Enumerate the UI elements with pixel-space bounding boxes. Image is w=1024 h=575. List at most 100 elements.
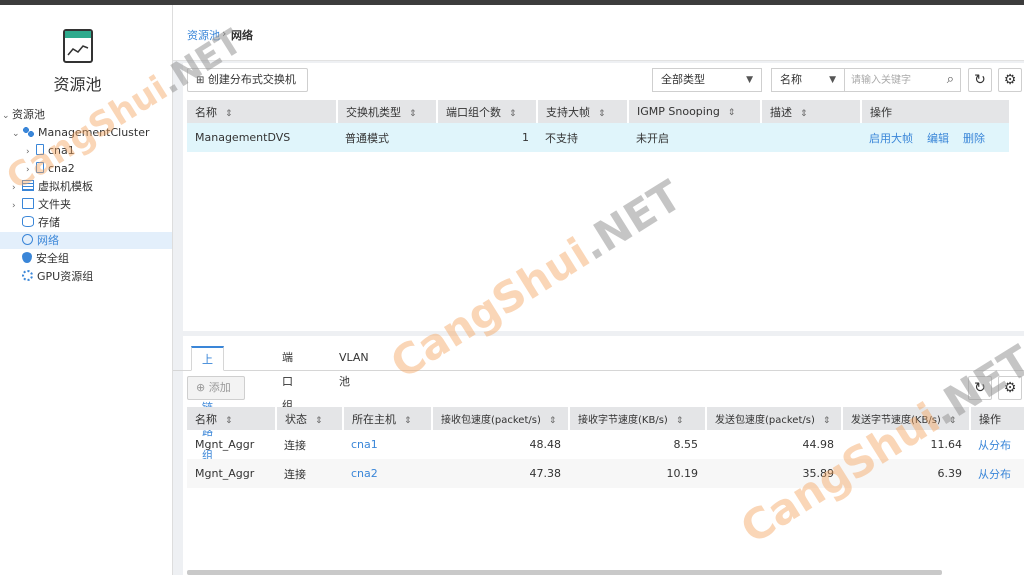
breadcrumb-separator: › <box>222 27 227 40</box>
col-header-name[interactable]: 名称 ⇕ <box>187 407 276 430</box>
sort-icon[interactable]: ⇕ <box>549 416 557 426</box>
shield-icon <box>22 252 32 263</box>
chevron-right-icon[interactable]: › <box>12 180 22 197</box>
gpu-gear-icon <box>22 270 33 281</box>
refresh-button[interactable]: ↻ <box>968 68 992 92</box>
refresh-icon: ↻ <box>974 380 986 396</box>
chevron-down-icon[interactable]: ⌄ <box>12 126 22 143</box>
sort-icon[interactable]: ⇕ <box>728 108 736 118</box>
sort-icon[interactable]: ⇕ <box>225 416 233 426</box>
cell-rx-pkt: 47.38 <box>529 467 562 480</box>
chevron-right-icon[interactable]: › <box>26 162 36 179</box>
tree-item-resource-pool[interactable]: ⌄ 资源池 <box>2 106 45 123</box>
search-input[interactable] <box>851 70 939 91</box>
add-switch-icon: ⊞ <box>196 75 205 86</box>
tree-label: 网络 <box>37 234 59 247</box>
enable-jumbo-link[interactable]: 启用大帧 <box>869 132 913 145</box>
uplink-settings-button[interactable]: ⚙ <box>998 376 1022 400</box>
gear-icon: ⚙ <box>1003 380 1017 396</box>
col-header-rx-pkt[interactable]: 接收包速度(packet/s) ⇕ <box>431 407 569 430</box>
search-field-select[interactable]: 名称 ▼ <box>771 68 845 92</box>
add-label: 添加 <box>208 381 231 394</box>
horizontal-scrollbar[interactable] <box>187 570 942 575</box>
resource-pool-logo-icon <box>63 29 93 63</box>
col-header-tx-pkt[interactable]: 发送包速度(packet/s) ⇕ <box>705 407 842 430</box>
caret-down-icon: ▼ <box>829 75 836 85</box>
col-header-ports[interactable]: 端口组个数 ⇕ <box>436 100 537 123</box>
tree-item-network[interactable]: 网络 <box>0 232 172 249</box>
host-icon <box>36 144 44 155</box>
col-header-actions: 操作 <box>860 100 1009 123</box>
breadcrumb-parent[interactable]: 资源池 <box>187 27 220 43</box>
sort-icon[interactable]: ⇕ <box>315 416 323 426</box>
settings-button[interactable]: ⚙ <box>998 68 1022 92</box>
tree-item-security-group[interactable]: 安全组 <box>22 250 69 267</box>
cluster-icon <box>22 126 34 137</box>
chevron-right-icon[interactable]: › <box>12 198 22 215</box>
remove-from-dvs-link[interactable]: 从分布 <box>970 430 1024 459</box>
uplink-refresh-button[interactable]: ↻ <box>968 376 992 400</box>
cell-igmp: 未开启 <box>628 123 761 152</box>
tab-uplink-group[interactable]: 上行链路组 <box>191 346 224 462</box>
breadcrumb: 资源池 › 网络 <box>173 5 1024 61</box>
sort-icon[interactable]: ⇕ <box>404 416 412 426</box>
sort-icon[interactable]: ⇕ <box>800 109 808 119</box>
sort-icon[interactable]: ⇕ <box>676 416 684 426</box>
tree-item-management-cluster[interactable]: ⌄ ManagementCluster <box>12 124 150 141</box>
col-header-type[interactable]: 交换机类型 ⇕ <box>336 100 437 123</box>
tree-item-storage[interactable]: 存储 <box>22 214 60 231</box>
tree-label: 存储 <box>38 216 60 229</box>
tab-divider <box>173 370 1024 371</box>
table-row[interactable]: Mgnt_Aggr 连接 cna1 48.48 8.55 44.98 11.64… <box>187 430 1024 459</box>
col-header-name[interactable]: 名称 ⇕ <box>187 100 337 123</box>
sort-icon[interactable]: ⇕ <box>949 416 957 426</box>
delete-link[interactable]: 删除 <box>963 132 985 145</box>
search-icon[interactable]: ⌕ <box>947 69 954 91</box>
cell-host-link[interactable]: cna1 <box>343 430 432 459</box>
table-row[interactable]: ManagementDVS 普通模式 1 不支持 未开启 启用大帧 编辑 删除 <box>187 123 1009 152</box>
col-header-igmp[interactable]: IGMP Snooping ⇕ <box>627 100 761 123</box>
cell-host-link[interactable]: cna2 <box>343 459 432 488</box>
chevron-right-icon[interactable]: › <box>26 144 36 161</box>
network-globe-icon <box>22 234 33 245</box>
remove-from-dvs-link[interactable]: 从分布 <box>970 459 1024 488</box>
type-filter-select[interactable]: 全部类型 ▼ <box>652 68 762 92</box>
col-header-host[interactable]: 所在主机 ⇕ <box>342 407 432 430</box>
tree-item-vm-template[interactable]: › 虚拟机模板 <box>12 178 93 195</box>
col-header-tx-kb[interactable]: 发送字节速度(KB/s) ⇕ <box>841 407 970 430</box>
tree-label: 虚拟机模板 <box>38 180 93 193</box>
col-header-desc[interactable]: 描述 ⇕ <box>760 100 861 123</box>
sort-icon[interactable]: ⇕ <box>409 109 417 119</box>
sort-icon[interactable]: ⇕ <box>598 109 606 119</box>
tab-port-group[interactable]: 端口组 <box>282 346 293 412</box>
sidebar: 资源池 ⌄ 资源池 ⌄ ManagementCluster › cna1 › cna2 … <box>0 5 173 575</box>
search-field-value: 名称 <box>780 73 802 86</box>
table-row[interactable]: Mgnt_Aggr 连接 cna2 47.38 10.19 35.89 6.39… <box>187 459 1024 488</box>
edit-link[interactable]: 编辑 <box>927 132 949 145</box>
sort-icon[interactable]: ⇕ <box>823 416 831 426</box>
cell-status: 连接 <box>284 438 306 452</box>
col-header-jumbo[interactable]: 支持大帧 ⇕ <box>536 100 628 123</box>
folder-icon <box>22 198 34 209</box>
tree-item-cna2[interactable]: › cna2 <box>26 160 75 177</box>
create-dvs-button[interactable]: ⊞ 创建分布式交换机 <box>187 68 308 92</box>
storage-icon <box>22 216 34 227</box>
gear-icon: ⚙ <box>1003 72 1017 88</box>
table-header-row: 名称 ⇕ 交换机类型 ⇕ 端口组个数 ⇕ 支持大帧 ⇕ IGMP Snooping ⇕ 描… <box>187 100 1009 123</box>
cell-actions: 启用大帧 编辑 删除 <box>861 123 1009 152</box>
col-header-status[interactable]: 状态 ⇕ <box>275 407 343 430</box>
sort-icon[interactable]: ⇕ <box>225 109 233 119</box>
chevron-down-icon[interactable]: ⌄ <box>2 108 12 125</box>
tree-item-cna1[interactable]: › cna1 <box>26 142 75 159</box>
sort-icon[interactable]: ⇕ <box>509 109 517 119</box>
tree-item-gpu-group[interactable]: GPU资源组 <box>22 268 93 285</box>
cell-status: 连接 <box>284 467 306 481</box>
tree-item-folder[interactable]: › 文件夹 <box>12 196 71 213</box>
cell-rx-kb: 8.55 <box>673 438 699 451</box>
add-button[interactable]: ⊕ 添加 <box>187 376 245 400</box>
search-box[interactable]: ⌕ <box>845 68 961 92</box>
cell-tx-kb: 6.39 <box>937 467 963 480</box>
col-header-rx-kb[interactable]: 接收字节速度(KB/s) ⇕ <box>568 407 706 430</box>
tab-vlan-pool[interactable]: VLAN池 <box>339 346 369 388</box>
cell-rx-kb: 10.19 <box>666 467 699 480</box>
